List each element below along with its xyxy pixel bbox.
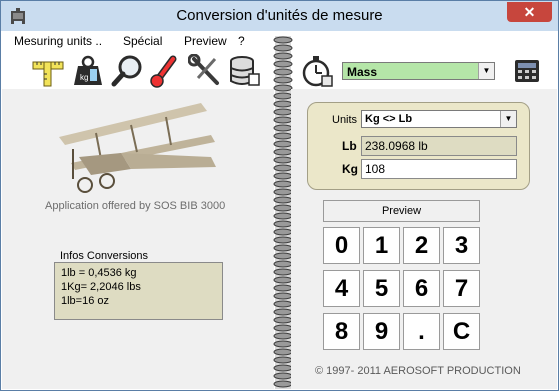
key-3[interactable]: 3 (443, 227, 480, 264)
info-conversions-title: Infos Conversions (59, 250, 150, 262)
info-line: 1Kg= 2,2046 lbs (61, 281, 141, 293)
key-6[interactable]: 6 (403, 270, 440, 307)
kg-label: Kg (342, 162, 358, 176)
spiral-ring (273, 228, 293, 236)
spiral-ring (273, 140, 293, 148)
spiral-ring (273, 380, 293, 388)
key-clear[interactable]: C (443, 313, 480, 350)
magnifier-icon[interactable] (111, 54, 145, 88)
spiral-ring (273, 316, 293, 324)
spiral-ring (273, 108, 293, 116)
kg-value: 108 (365, 162, 386, 176)
spiral-ring (273, 244, 293, 252)
info-conversions-box: 1lb = 0,4536 kg 1Kg= 2,2046 lbs 1lb=16 o… (54, 262, 223, 320)
info-line: 1lb = 0,4536 kg (61, 267, 137, 279)
spiral-ring (273, 84, 293, 92)
lb-field[interactable]: 238.0968 lb (361, 136, 517, 156)
svg-text:kg: kg (80, 73, 88, 82)
menu-help[interactable]: ? (238, 34, 245, 48)
stopwatch-icon[interactable] (300, 54, 334, 88)
spiral-ring (273, 276, 293, 284)
key-2[interactable]: 2 (403, 227, 440, 264)
spiral-ring (273, 220, 293, 228)
title-bar: Conversion d'unités de mesure ✕ (1, 1, 558, 31)
category-value: Mass (347, 65, 378, 79)
key-8[interactable]: 8 (323, 313, 360, 350)
spiral-ring (273, 292, 293, 300)
info-conversions-group: 1lb = 0,4536 kg 1Kg= 2,2046 lbs 1lb=16 o… (54, 250, 223, 320)
units-value: Kg <> Lb (365, 113, 413, 125)
spiral-ring (273, 92, 293, 100)
spiral-ring (273, 68, 293, 76)
key-7[interactable]: 7 (443, 270, 480, 307)
spiral-ring (273, 308, 293, 316)
ruler-icon[interactable] (31, 54, 65, 88)
chevron-down-icon[interactable]: ▼ (500, 111, 516, 127)
key-0[interactable]: 0 (323, 227, 360, 264)
spiral-ring (273, 180, 293, 188)
spiral-ring (273, 236, 293, 244)
spiral-ring (273, 284, 293, 292)
spiral-ring (273, 116, 293, 124)
spiral-ring (273, 340, 293, 348)
spiral-ring (273, 260, 293, 268)
key-1[interactable]: 1 (363, 227, 400, 264)
spiral-ring (273, 52, 293, 60)
biplane-image (59, 103, 216, 193)
spiral-ring (273, 100, 293, 108)
chevron-down-icon[interactable]: ▼ (478, 63, 494, 79)
spiral-ring (273, 156, 293, 164)
spiral-ring (273, 348, 293, 356)
spiral-ring (273, 76, 293, 84)
tools-icon[interactable] (188, 54, 222, 88)
thermometer-icon[interactable] (149, 54, 183, 88)
credit-text: Application offered by SOS BIB 3000 (45, 200, 226, 212)
spiral-ring (273, 324, 293, 332)
spiral-ring (273, 356, 293, 364)
spiral-ring (273, 148, 293, 156)
spiral-ring (273, 268, 293, 276)
close-button[interactable]: ✕ (507, 2, 552, 22)
menu-mesuring-units[interactable]: Mesuring units .. (14, 34, 102, 48)
preview-button[interactable]: Preview (323, 200, 480, 222)
key-5[interactable]: 5 (363, 270, 400, 307)
spiral-ring (273, 124, 293, 132)
spiral-ring (273, 164, 293, 172)
spiral-ring (273, 300, 293, 308)
units-label: Units (332, 114, 358, 126)
spiral-ring (273, 132, 293, 140)
keypad: 0 1 2 3 4 5 6 7 8 9 . C (323, 227, 480, 350)
window-title: Conversion d'unités de mesure (176, 7, 383, 24)
spiral-ring (273, 44, 293, 52)
copyright-text: © 1997- 2011 AEROSOFT PRODUCTION (315, 365, 521, 377)
spiral-ring (273, 372, 293, 380)
key-9[interactable]: 9 (363, 313, 400, 350)
spiral-ring (273, 60, 293, 68)
info-line: 1lb=16 oz (61, 295, 110, 307)
units-panel: Units Kg <> Lb ▼ Lb 238.0968 lb Kg 108 (307, 102, 530, 190)
app-window: Conversion d'unités de mesure ✕ Mesuring… (0, 0, 559, 391)
category-select[interactable]: Mass ▼ (342, 62, 495, 80)
key-4[interactable]: 4 (323, 270, 360, 307)
units-select[interactable]: Kg <> Lb ▼ (361, 110, 517, 128)
weight-icon[interactable]: kg (71, 54, 105, 88)
spiral-ring (273, 212, 293, 220)
spiral-ring (273, 332, 293, 340)
calculator-icon[interactable] (514, 59, 540, 83)
key-decimal[interactable]: . (403, 313, 440, 350)
spiral-ring (273, 172, 293, 180)
spiral-ring (273, 188, 293, 196)
lb-value: 238.0968 lb (365, 139, 428, 153)
spiral-ring (273, 196, 293, 204)
menu-special[interactable]: Spécial (123, 34, 162, 48)
database-icon[interactable] (227, 54, 261, 88)
menu-preview[interactable]: Preview (184, 34, 227, 48)
spiral-ring (273, 204, 293, 212)
kg-field[interactable]: 108 (361, 159, 517, 179)
lb-label: Lb (342, 139, 357, 153)
spiral-ring (273, 36, 293, 44)
spiral-ring (273, 252, 293, 260)
spiral-ring (273, 364, 293, 372)
